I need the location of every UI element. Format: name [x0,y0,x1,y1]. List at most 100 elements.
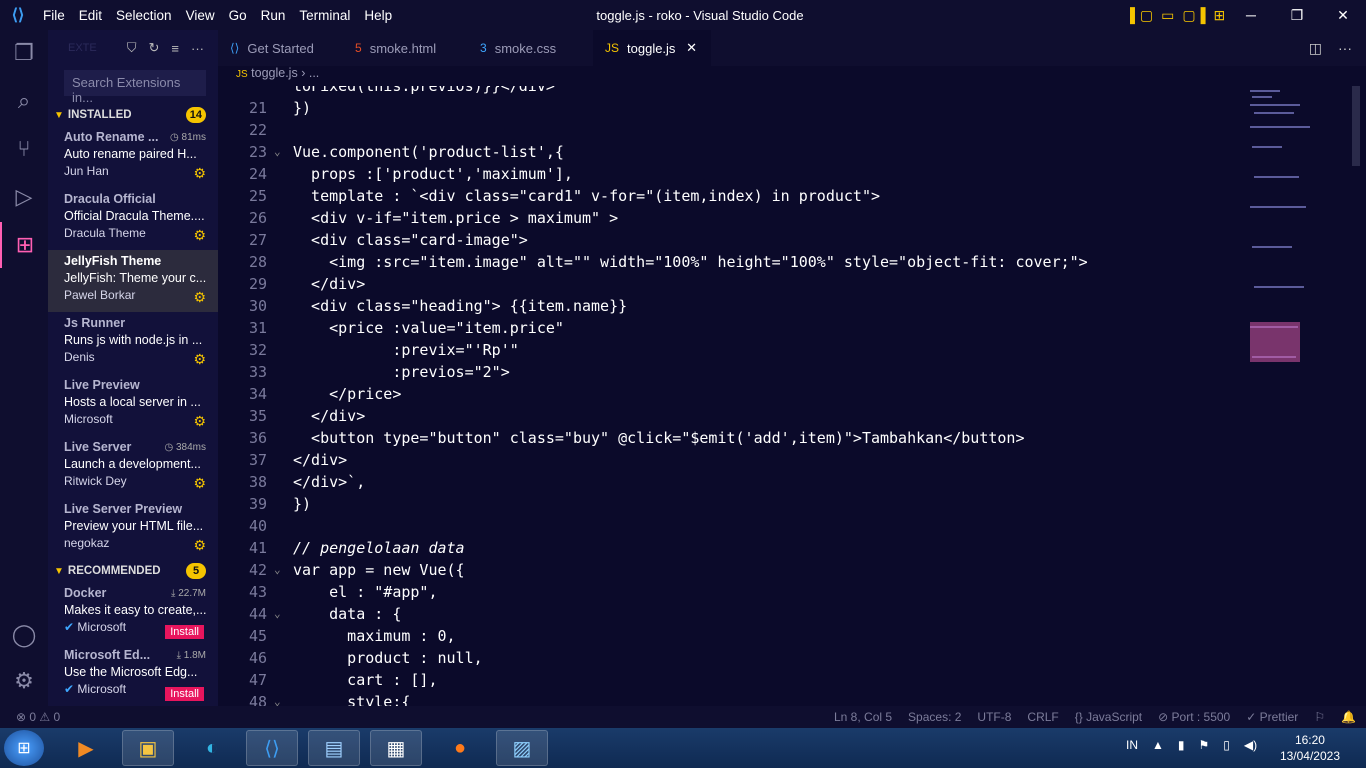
extension-item[interactable]: Auto Rename ... ◷ 81ms Auto rename paire… [48,126,218,188]
code-editor[interactable]: toFixed(this.previos)}}</div>` 21}) 22 2… [218,86,1246,706]
search-extensions-input[interactable]: Search Extensions in... [64,70,206,105]
extension-publisher: Dracula Theme [64,226,146,240]
action-center-icon[interactable]: ⚑ [1199,738,1210,752]
filter-icon[interactable]: ⛉ [127,40,137,56]
minimize-icon[interactable]: ─ [1228,7,1274,24]
manage-gear-icon[interactable]: ⚙ [193,227,206,244]
encoding[interactable]: UTF-8 [977,710,1011,724]
activation-time: ◷ 384ms [164,442,206,453]
extension-item[interactable]: Js Runner Runs js with node.js in ... De… [48,312,218,374]
cursor-position[interactable]: Ln 8, Col 5 [834,710,892,724]
line-text: product : null, [293,649,483,667]
settings-gear-icon[interactable]: ⚙ [0,658,48,704]
line-endings[interactable]: CRLF [1027,710,1058,724]
split-editor-icon[interactable]: ◫ [1309,40,1322,57]
line-text: toFixed(this.previos)}}</div>` [293,86,564,95]
search-icon[interactable]: ⌕ [0,78,48,124]
minimap-slider[interactable] [1352,86,1360,166]
menu-selection[interactable]: Selection [109,8,179,23]
image-viewer-icon[interactable]: ▨ [496,730,548,766]
code-line: 32 :previx="'Rp'" [248,341,519,359]
menu-terminal[interactable]: Terminal [292,8,357,23]
extension-item[interactable]: Live Preview Hosts a local server in ...… [48,374,218,436]
extension-item[interactable]: Docker ⤓ 22.7M Makes it easy to create,.… [48,582,218,644]
extension-name: Js Runner [64,316,126,330]
customize-layout-icon[interactable]: ⊞ [1214,7,1226,24]
extension-item[interactable]: Live Server Preview Preview your HTML fi… [48,498,218,560]
code-line: 36 <button type="button" class="buy" @cl… [248,429,1025,447]
language-indicator[interactable]: IN [1126,738,1138,752]
problems-indicator[interactable]: ⊗ 0 ⚠ 0 [16,710,60,724]
media-player-icon[interactable]: ▶ [60,730,112,766]
tab-get-started[interactable]: ⟨⟩ Get Started [218,30,343,66]
install-button[interactable]: Install [165,687,204,701]
manage-gear-icon[interactable]: ⚙ [193,289,206,306]
code-line: toFixed(this.previos)}}</div>` [218,86,1246,97]
menu-run[interactable]: Run [254,8,293,23]
minimap[interactable] [1246,86,1366,706]
more-actions-icon[interactable]: ··· [191,41,204,56]
file-explorer-icon[interactable]: ▣ [122,730,174,766]
toggle-secondary-sidebar-icon[interactable]: ▢▐ [1182,7,1205,24]
installed-section-header[interactable]: ▼ INSTALLED 14 [48,104,218,126]
menu-file[interactable]: File [36,8,72,23]
manage-gear-icon[interactable]: ⚙ [193,413,206,430]
recommended-section-header[interactable]: ▼ RECOMMENDED 5 [48,560,218,582]
breadcrumb-symbol[interactable]: ... [309,66,319,80]
tab-smoke-html[interactable]: 5 smoke.html [343,30,468,66]
toggle-panel-icon[interactable]: ▭ [1161,7,1174,24]
prettier-status[interactable]: ✓ Prettier [1246,710,1298,724]
refresh-icon[interactable]: ↻ [149,40,160,56]
control-panel-icon[interactable]: ▤ [308,730,360,766]
extension-item[interactable]: Dracula Official Official Dracula Theme.… [48,188,218,250]
breadcrumb-file[interactable]: toggle.js [251,66,298,80]
run-debug-icon[interactable]: ▷ [0,174,48,220]
manage-gear-icon[interactable]: ⚙ [193,475,206,492]
manage-gear-icon[interactable]: ⚙ [193,351,206,368]
line-text: style:{ [293,693,411,706]
tab-toggle-js[interactable]: JS toggle.js ✕ [593,30,711,66]
toggle-primary-sidebar-icon[interactable]: ▌▢ [1130,7,1153,24]
show-hidden-icons-icon[interactable]: ▲ [1152,738,1164,752]
start-button[interactable]: ⊞ [4,730,44,766]
notifications-icon[interactable]: 🔔 [1341,710,1356,724]
install-button[interactable]: Install [165,625,204,639]
battery-icon[interactable]: ▯ [1223,738,1230,752]
source-control-icon[interactable]: ⑂ [0,126,48,172]
menu-edit[interactable]: Edit [72,8,109,23]
code-line: 22 [248,121,267,139]
feedback-icon[interactable]: ⚐ [1314,710,1325,724]
manage-gear-icon[interactable]: ⚙ [193,537,206,554]
edge-icon[interactable]: ◐ [186,730,238,766]
maximize-icon[interactable]: ❐ [1274,7,1320,24]
extension-publisher: Jun Han [64,164,109,178]
extension-item-selected[interactable]: JellyFish Theme JellyFish: Theme your c.… [48,250,218,312]
chevron-right-icon: › [301,66,309,80]
menu-go[interactable]: Go [222,8,254,23]
menu-view[interactable]: View [179,8,222,23]
indentation[interactable]: Spaces: 2 [908,710,961,724]
explorer-icon[interactable]: ❐ [0,30,48,76]
account-icon[interactable]: ◯ [0,612,48,658]
notepad-icon[interactable]: ▦ [370,730,422,766]
signal-icon[interactable]: ▮ [1178,738,1185,752]
vscode-taskbar-icon[interactable]: ⟨⟩ [246,730,298,766]
manage-gear-icon[interactable]: ⚙ [193,165,206,182]
extension-item[interactable]: Live Server ◷ 384ms Launch a development… [48,436,218,498]
close-icon[interactable]: ✕ [1320,7,1366,24]
firefox-icon[interactable]: ● [434,730,486,766]
extensions-icon[interactable]: ⊞ [0,222,48,268]
code-line: 28 <img :src="item.image" alt="" width="… [248,253,1088,271]
extension-item[interactable]: Microsoft Ed... ⤓ 1.8M Use the Microsoft… [48,644,218,706]
tab-smoke-css[interactable]: 3 smoke.css [468,30,593,66]
more-actions-icon[interactable]: ··· [1338,40,1352,57]
menu-help[interactable]: Help [357,8,399,23]
language-mode[interactable]: {} JavaScript [1075,710,1142,724]
close-tab-icon[interactable]: ✕ [686,40,697,56]
live-server-port[interactable]: ⊘ Port : 5500 [1158,710,1230,724]
clock[interactable]: 16:20 13/04/2023 [1280,732,1340,764]
minimap-preview [1250,90,1310,362]
clear-icon[interactable]: ≡ [171,41,179,56]
volume-icon[interactable]: ◀) [1244,738,1257,752]
section-label: RECOMMENDED [67,565,161,577]
